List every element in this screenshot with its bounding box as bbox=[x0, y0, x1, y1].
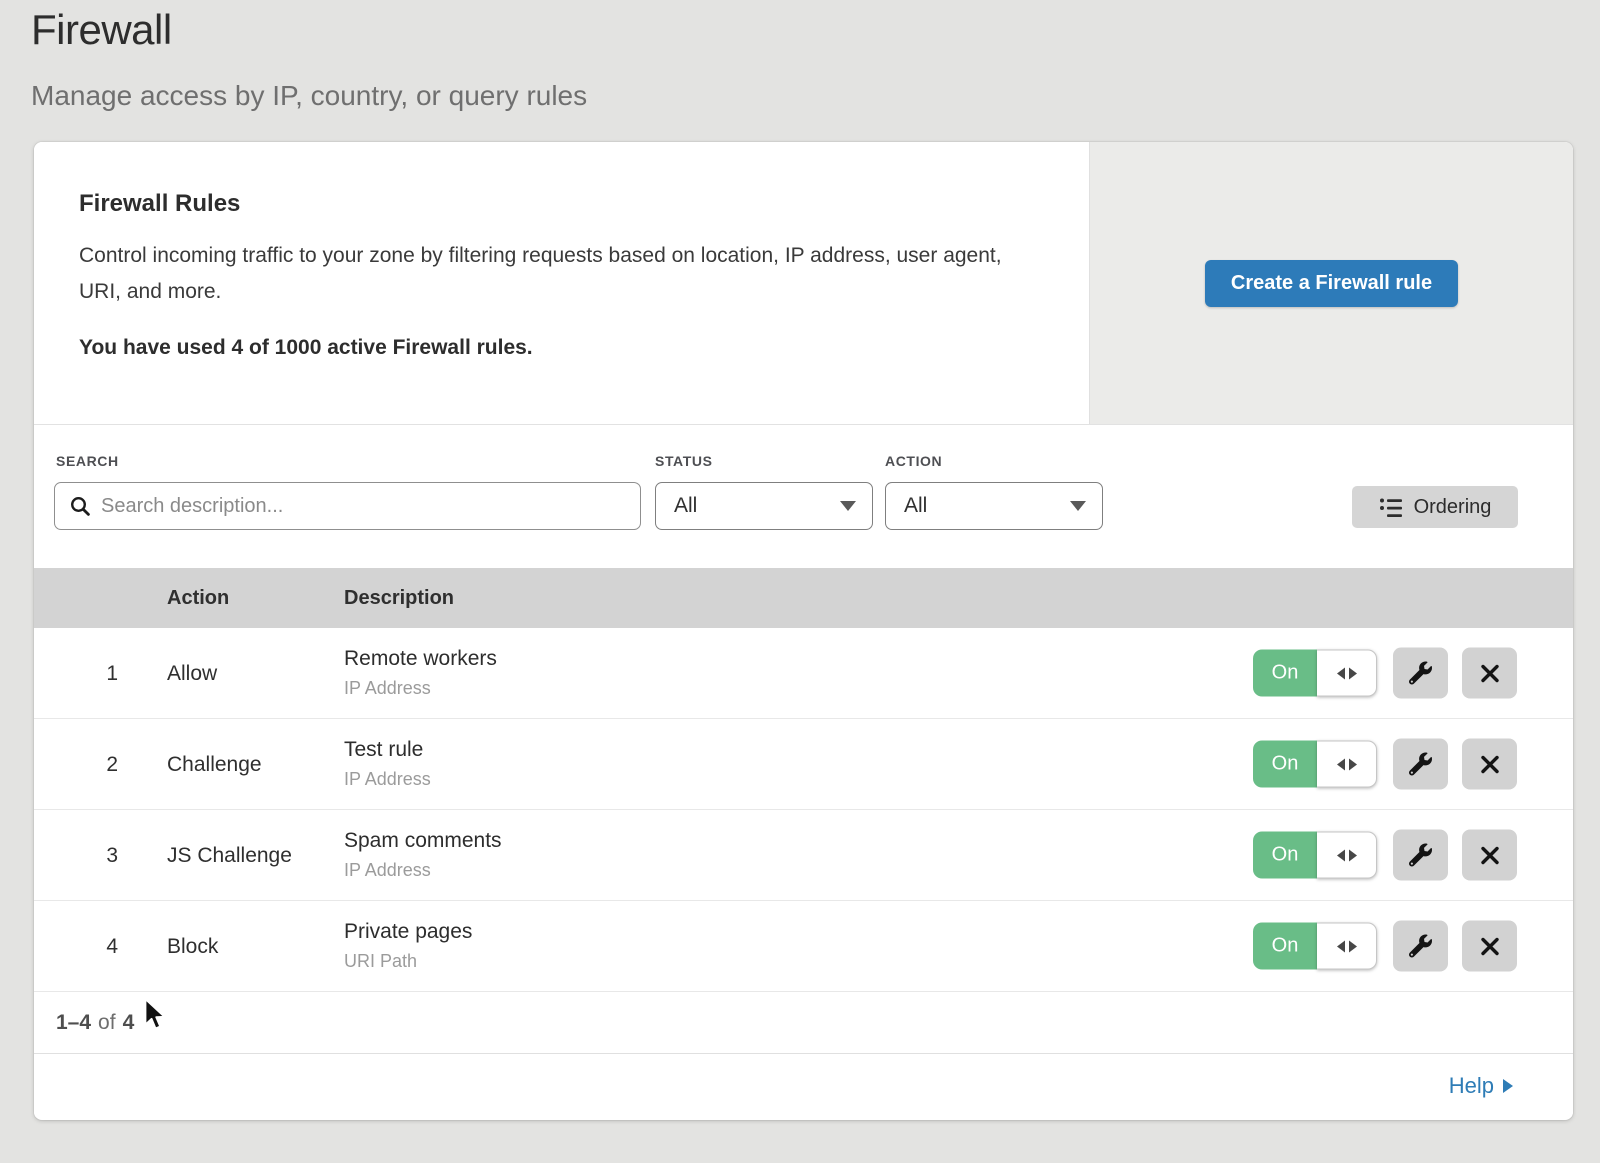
arrow-right-icon bbox=[1349, 940, 1357, 952]
delete-rule-button[interactable] bbox=[1462, 830, 1517, 881]
rule-title: Remote workers bbox=[344, 647, 497, 671]
pagination-bar: 1–4 of 4 bbox=[34, 992, 1573, 1053]
chevron-down-icon bbox=[1070, 501, 1086, 511]
rule-title: Test rule bbox=[344, 738, 431, 762]
arrow-left-icon bbox=[1337, 940, 1345, 952]
rule-match-type: IP Address bbox=[344, 678, 497, 699]
rule-title: Private pages bbox=[344, 920, 472, 944]
table-header: Action Description bbox=[34, 568, 1573, 628]
toggle-on-label: On bbox=[1253, 650, 1317, 697]
toggle-on-label: On bbox=[1253, 832, 1317, 879]
search-label: SEARCH bbox=[56, 453, 119, 469]
rule-number: 4 bbox=[70, 901, 118, 992]
rule-description: Private pages URI Path bbox=[344, 920, 472, 972]
rule-action: Block bbox=[167, 901, 218, 992]
page-title: Firewall bbox=[31, 6, 172, 54]
rule-enabled-toggle[interactable]: On bbox=[1253, 832, 1377, 879]
rule-description: Test rule IP Address bbox=[344, 738, 431, 790]
configure-rule-button[interactable] bbox=[1393, 830, 1448, 881]
toggle-knob[interactable] bbox=[1317, 923, 1377, 970]
column-header-action: Action bbox=[167, 568, 229, 628]
firewall-rules-card: Firewall Rules Control incoming traffic … bbox=[34, 142, 1573, 1120]
rule-enabled-toggle[interactable]: On bbox=[1253, 650, 1377, 697]
rule-match-type: IP Address bbox=[344, 860, 502, 881]
configure-rule-button[interactable] bbox=[1393, 921, 1448, 972]
delete-rule-button[interactable] bbox=[1462, 739, 1517, 790]
rule-number: 1 bbox=[70, 628, 118, 719]
arrow-right-icon bbox=[1349, 758, 1357, 770]
wrench-icon bbox=[1409, 935, 1432, 958]
help-bar: Help bbox=[34, 1053, 1573, 1117]
arrow-right-icon bbox=[1503, 1079, 1513, 1093]
arrow-right-icon bbox=[1349, 849, 1357, 861]
rule-description: Spam comments IP Address bbox=[344, 829, 502, 881]
pagination-of: of bbox=[98, 1011, 116, 1035]
toggle-on-label: On bbox=[1253, 741, 1317, 788]
toggle-knob[interactable] bbox=[1317, 832, 1377, 879]
configure-rule-button[interactable] bbox=[1393, 648, 1448, 699]
arrow-right-icon bbox=[1349, 667, 1357, 679]
column-header-description: Description bbox=[344, 568, 454, 628]
chevron-down-icon bbox=[840, 501, 856, 511]
rule-enabled-toggle[interactable]: On bbox=[1253, 741, 1377, 788]
action-select-value: All bbox=[904, 494, 927, 518]
help-link-label: Help bbox=[1449, 1073, 1494, 1099]
status-select[interactable]: All bbox=[655, 482, 873, 530]
wrench-icon bbox=[1409, 844, 1432, 867]
wrench-icon bbox=[1409, 662, 1432, 685]
card-description: Control incoming traffic to your zone by… bbox=[79, 238, 1029, 310]
help-link[interactable]: Help bbox=[1449, 1073, 1513, 1099]
close-icon bbox=[1480, 936, 1500, 956]
rule-title: Spam comments bbox=[344, 829, 502, 853]
rule-action: JS Challenge bbox=[167, 810, 292, 901]
search-box bbox=[54, 482, 641, 530]
intro-text-block: Firewall Rules Control incoming traffic … bbox=[34, 142, 1089, 424]
intro-action-panel: Create a Firewall rule bbox=[1089, 142, 1573, 424]
close-icon bbox=[1480, 663, 1500, 683]
ordered-list-icon bbox=[1379, 496, 1403, 518]
close-icon bbox=[1480, 754, 1500, 774]
toggle-knob[interactable] bbox=[1317, 741, 1377, 788]
table-row: 3 JS Challenge Spam comments IP Address … bbox=[34, 810, 1573, 901]
rule-match-type: IP Address bbox=[344, 769, 431, 790]
pagination-total: 4 bbox=[123, 1011, 135, 1035]
status-select-value: All bbox=[674, 494, 697, 518]
search-input[interactable] bbox=[101, 495, 626, 518]
toggle-on-label: On bbox=[1253, 923, 1317, 970]
arrow-left-icon bbox=[1337, 849, 1345, 861]
firewall-page: Firewall Manage access by IP, country, o… bbox=[0, 0, 1600, 1163]
arrow-left-icon bbox=[1337, 667, 1345, 679]
table-row: 2 Challenge Test rule IP Address On bbox=[34, 719, 1573, 810]
wrench-icon bbox=[1409, 753, 1432, 776]
rule-number: 2 bbox=[70, 719, 118, 810]
rule-enabled-toggle[interactable]: On bbox=[1253, 923, 1377, 970]
usage-note: You have used 4 of 1000 active Firewall … bbox=[79, 336, 1049, 360]
toggle-knob[interactable] bbox=[1317, 650, 1377, 697]
action-label: ACTION bbox=[885, 453, 942, 469]
arrow-left-icon bbox=[1337, 758, 1345, 770]
page-subtitle: Manage access by IP, country, or query r… bbox=[31, 80, 587, 112]
delete-rule-button[interactable] bbox=[1462, 921, 1517, 972]
pagination-range: 1–4 bbox=[56, 1011, 91, 1035]
search-icon bbox=[69, 495, 91, 517]
filters-section: SEARCH STATUS ACTION All All bbox=[34, 425, 1573, 568]
card-heading: Firewall Rules bbox=[79, 190, 1049, 218]
rule-description: Remote workers IP Address bbox=[344, 647, 497, 699]
create-firewall-rule-button[interactable]: Create a Firewall rule bbox=[1205, 260, 1458, 307]
table-row: 4 Block Private pages URI Path On bbox=[34, 901, 1573, 992]
close-icon bbox=[1480, 845, 1500, 865]
ordering-button[interactable]: Ordering bbox=[1352, 486, 1518, 528]
status-label: STATUS bbox=[655, 453, 713, 469]
rule-action: Challenge bbox=[167, 719, 262, 810]
rule-number: 3 bbox=[70, 810, 118, 901]
table-row: 1 Allow Remote workers IP Address On bbox=[34, 628, 1573, 719]
rule-action: Allow bbox=[167, 628, 217, 719]
intro-section: Firewall Rules Control incoming traffic … bbox=[34, 142, 1573, 425]
configure-rule-button[interactable] bbox=[1393, 739, 1448, 790]
action-select[interactable]: All bbox=[885, 482, 1103, 530]
delete-rule-button[interactable] bbox=[1462, 648, 1517, 699]
rule-match-type: URI Path bbox=[344, 951, 472, 972]
ordering-button-label: Ordering bbox=[1414, 496, 1492, 519]
